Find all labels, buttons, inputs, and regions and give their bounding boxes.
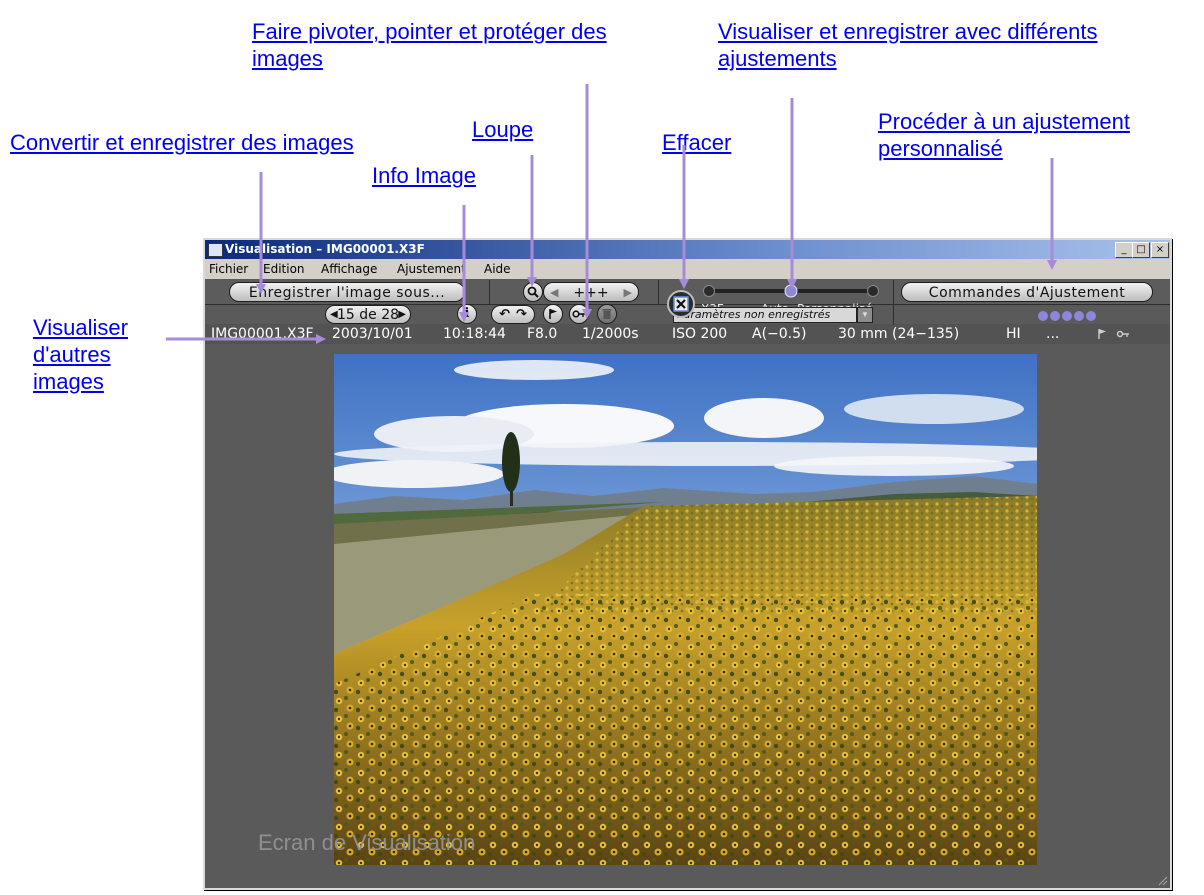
- image-navigation[interactable]: ◀ 15 de 28 ▶: [325, 305, 411, 324]
- callout-other-images[interactable]: Visualiser d'autres images: [33, 314, 163, 395]
- callout-view-save-adjustments[interactable]: Visualiser et enregistrer avec différent…: [718, 18, 1204, 72]
- info-flag-icon: [1098, 329, 1106, 339]
- callout-rotate-flag-protect[interactable]: Faire pivoter, pointer et protéger des i…: [252, 18, 672, 72]
- zoom-level-value: +++: [573, 285, 609, 301]
- settings-dropdown-button[interactable]: ▼: [857, 307, 873, 323]
- info-more: ...: [1046, 326, 1060, 342]
- info-iso: ISO 200: [672, 326, 728, 342]
- menu-fichier[interactable]: Fichier: [209, 262, 248, 276]
- viewer-window: Visualisation – IMG00001.X3F _ □ × Fichi…: [203, 238, 1172, 890]
- zoom-in-arrow-icon[interactable]: ▶: [624, 283, 632, 303]
- menu-aide[interactable]: Aide: [484, 262, 511, 276]
- info-time: 10:18:44: [443, 326, 506, 342]
- info-lens: 30 mm (24−135): [838, 326, 960, 342]
- image-info-bar: IMG00001.X3F 2003/10/01 10:18:44 F8.0 1/…: [205, 324, 1170, 344]
- maximize-button[interactable]: □: [1132, 242, 1150, 258]
- callout-custom-adjust[interactable]: Procéder à un ajustement personnalisé: [878, 108, 1204, 162]
- delete-button: [597, 304, 617, 324]
- info-date: 2003/10/01: [332, 326, 413, 342]
- trash-icon: [602, 309, 612, 319]
- callout-convert-save[interactable]: Convertir et enregistrer des images: [10, 129, 360, 156]
- info-quality: HI: [1006, 326, 1021, 342]
- image-position: 15 de 28: [336, 307, 400, 323]
- flag-icon: [549, 309, 557, 319]
- loupe-button[interactable]: [523, 282, 543, 302]
- adjustment-controls-button[interactable]: Commandes d'Ajustement: [901, 282, 1153, 302]
- settings-status-text: Paramètres non enregistrés: [677, 308, 831, 321]
- menu-bar: Fichier Edition Affichage Ajustement Aid…: [205, 259, 1170, 279]
- next-image-arrow-icon[interactable]: ▶: [398, 306, 406, 324]
- protect-button[interactable]: [569, 304, 589, 324]
- settings-status-field[interactable]: Paramètres non enregistrés: [673, 307, 857, 323]
- callout-erase[interactable]: Effacer: [662, 129, 731, 156]
- menu-affichage[interactable]: Affichage: [321, 262, 377, 276]
- app-icon: [208, 243, 223, 257]
- erase-icon: [673, 296, 689, 312]
- sunflower-field-photo: [334, 354, 1037, 865]
- toolbar-divider: [658, 280, 659, 304]
- flag-button[interactable]: [543, 304, 563, 324]
- image-info-button[interactable]: i: [457, 304, 477, 324]
- slider-track: [703, 284, 879, 298]
- preset-dots[interactable]: [1037, 309, 1127, 321]
- info-exposure: A(−0.5): [752, 326, 807, 342]
- rotate-left-icon[interactable]: ↶: [499, 307, 510, 322]
- preset-dots-graphic: [1038, 311, 1096, 321]
- key-icon: [572, 310, 585, 318]
- minimize-button[interactable]: _: [1115, 242, 1133, 258]
- info-key-icon: [1116, 330, 1129, 338]
- screen-caption: Ecran de Visualisation: [258, 830, 476, 855]
- menu-ajustement[interactable]: Ajustement: [397, 262, 466, 276]
- erase-button[interactable]: [667, 290, 695, 318]
- close-button[interactable]: ×: [1151, 242, 1169, 258]
- save-as-button[interactable]: Enregistrer l'image sous...: [229, 282, 465, 302]
- callout-loupe[interactable]: Loupe: [472, 116, 533, 143]
- callout-info-image[interactable]: Info Image: [372, 162, 476, 189]
- magnifier-icon: [527, 286, 539, 298]
- toolbar-divider: [489, 280, 490, 304]
- rotate-right-icon[interactable]: ↷: [516, 307, 527, 322]
- info-shutter: 1/2000s: [582, 326, 639, 342]
- menu-edition[interactable]: Edition: [263, 262, 305, 276]
- rotate-buttons[interactable]: ↶ ↷: [491, 305, 535, 324]
- window-title: Visualisation – IMG00001.X3F: [225, 242, 425, 256]
- chevron-down-icon: ▼: [861, 310, 869, 319]
- info-filename: IMG00001.X3F: [211, 326, 314, 342]
- preview-image[interactable]: [334, 354, 1037, 865]
- info-aperture: F8.0: [527, 326, 558, 342]
- resize-grip-icon[interactable]: [1156, 874, 1168, 886]
- title-bar: Visualisation – IMG00001.X3F _ □ ×: [205, 240, 1170, 259]
- zoom-level-control[interactable]: ◀ +++ ▶: [543, 282, 639, 302]
- previous-image-arrow-icon[interactable]: ◀: [330, 306, 338, 324]
- zoom-out-arrow-icon[interactable]: ◀: [550, 283, 558, 303]
